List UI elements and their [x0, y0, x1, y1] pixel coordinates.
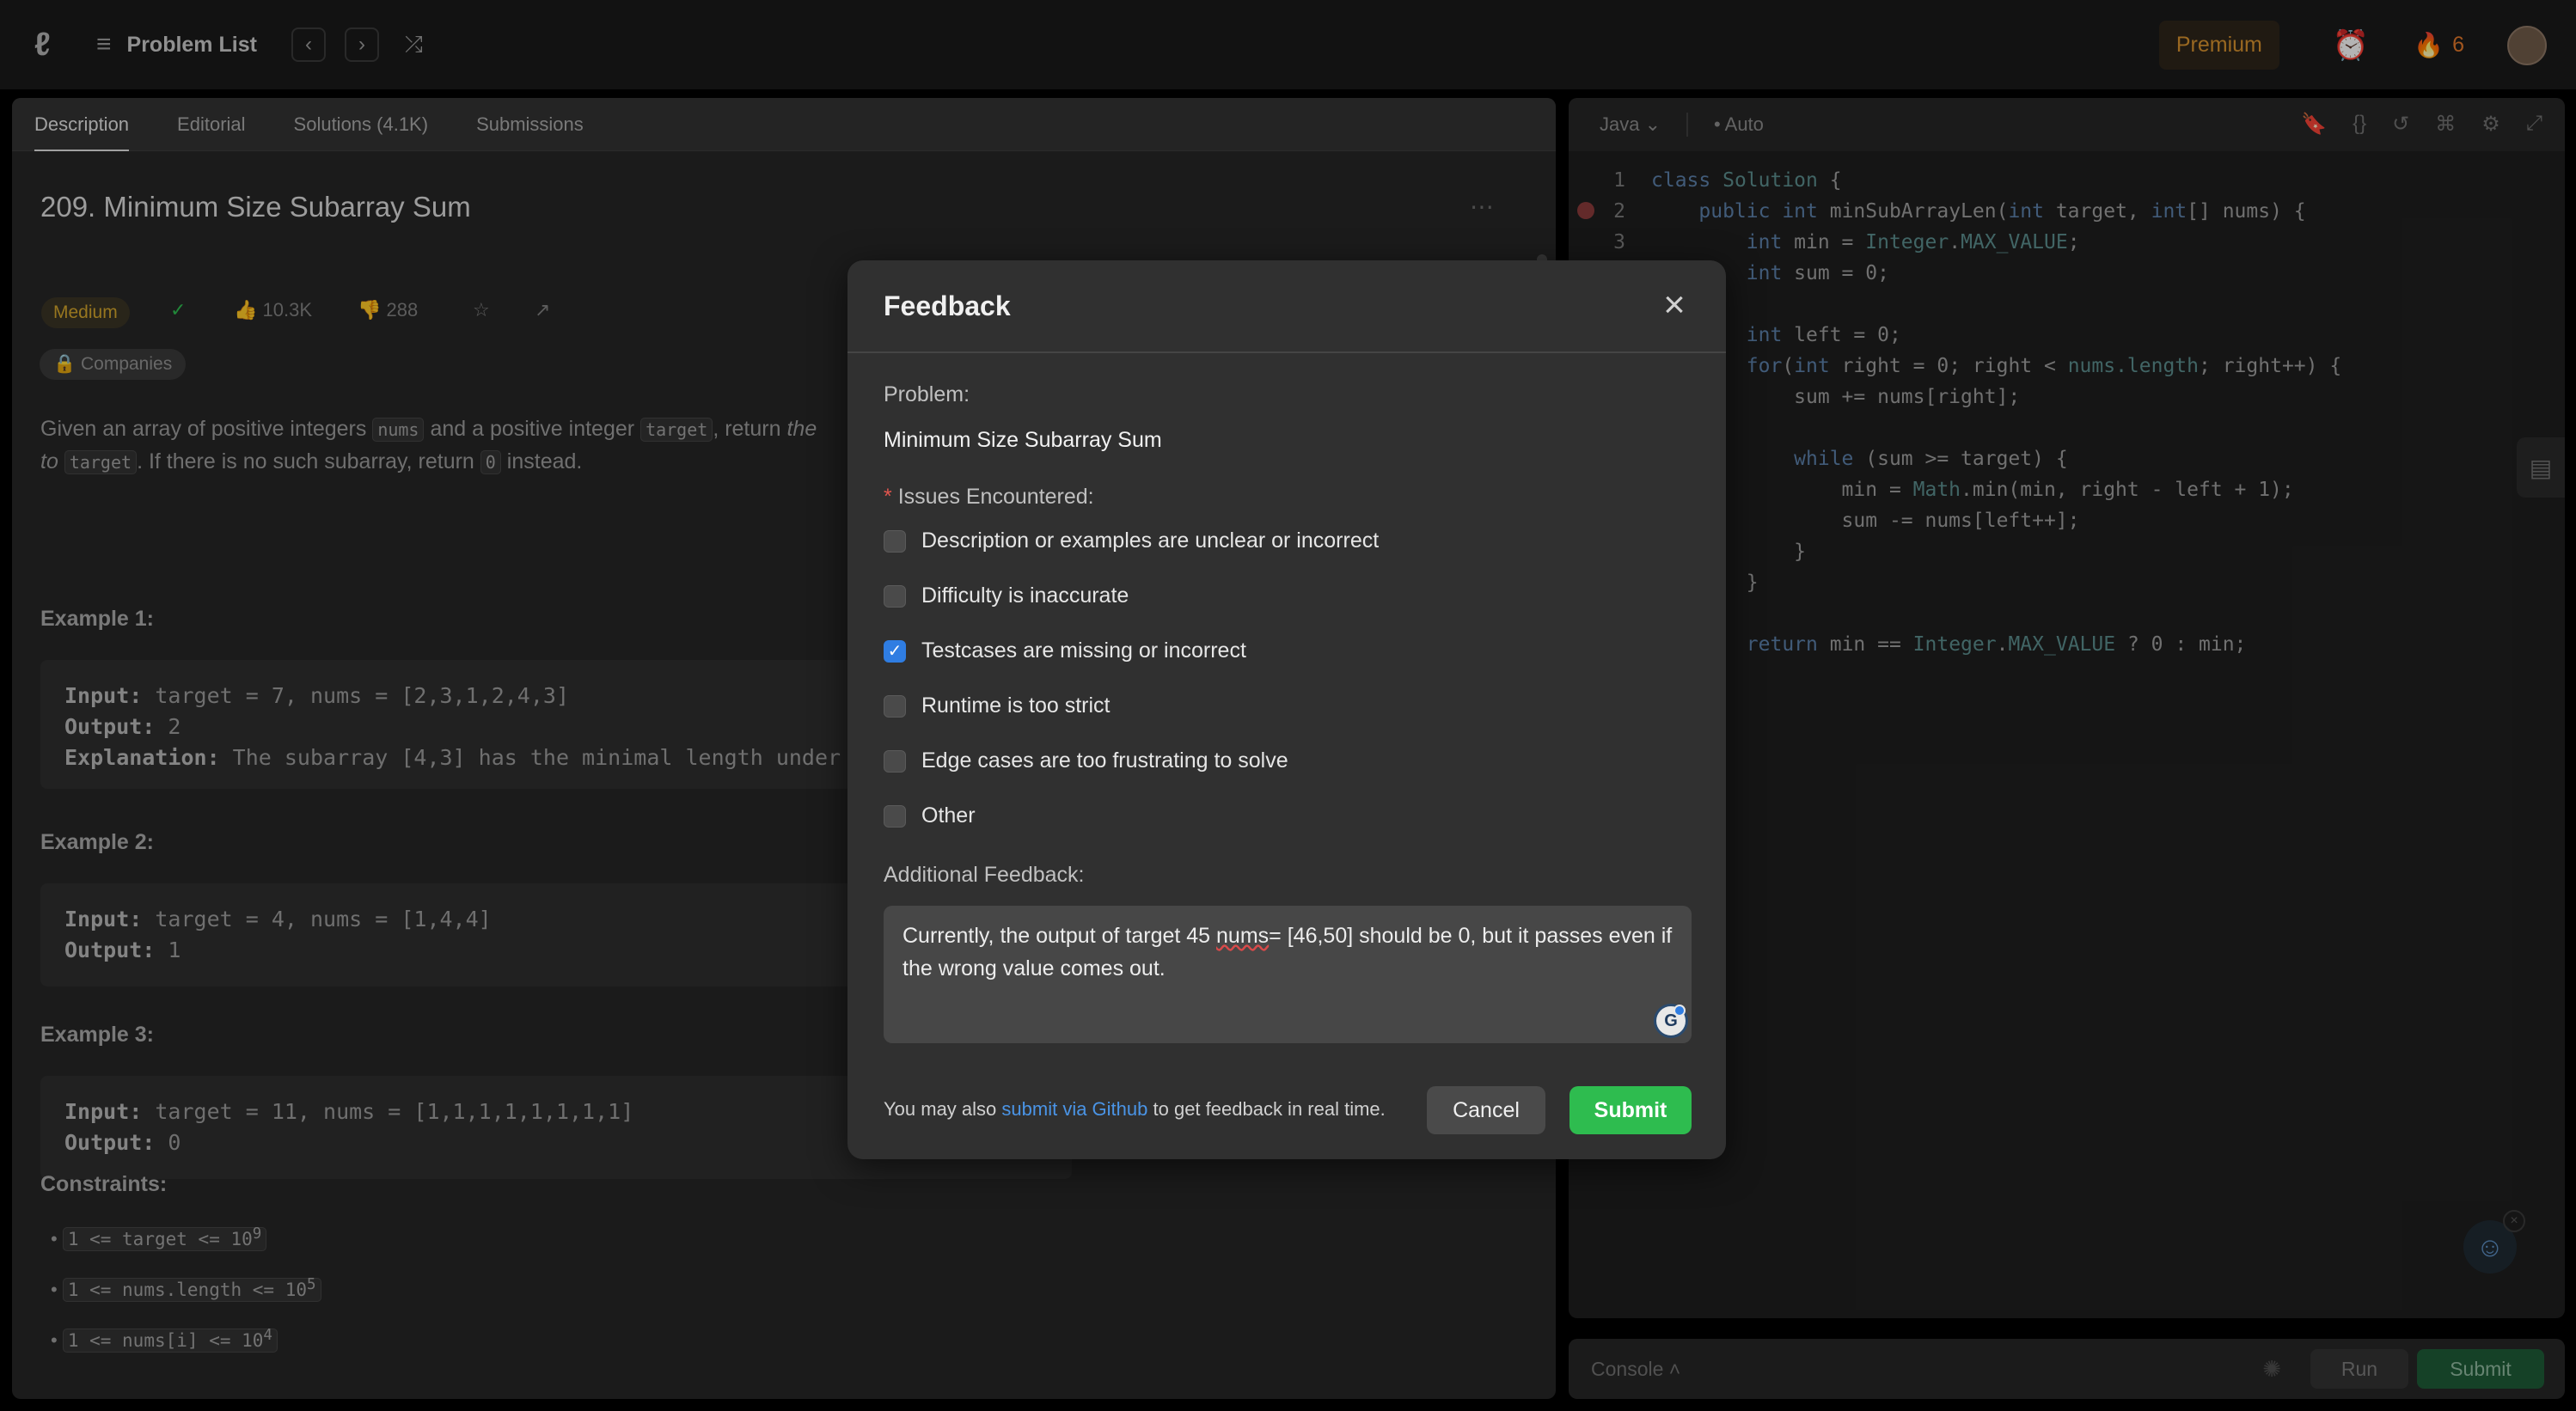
cancel-button[interactable]: Cancel: [1427, 1086, 1545, 1134]
checkbox[interactable]: [884, 749, 906, 773]
footer-text: You may also: [884, 1098, 997, 1120]
problem-label: Problem:: [884, 382, 970, 406]
issue-label: Testcases are missing or incorrect: [921, 638, 1246, 663]
issue-option[interactable]: Other: [884, 803, 976, 828]
checkbox[interactable]: [884, 584, 906, 608]
issue-option[interactable]: ✓ Testcases are missing or incorrect: [884, 638, 1246, 663]
problem-name: Minimum Size Subarray Sum: [884, 428, 1162, 452]
feedback-textarea[interactable]: Currently, the output of target 45 nums=…: [884, 906, 1692, 1043]
issue-label: Difficulty is inaccurate: [921, 583, 1129, 608]
modal-footer-text: You may also submit via Github to get fe…: [884, 1098, 1386, 1121]
github-link[interactable]: submit via Github: [1001, 1098, 1147, 1120]
additional-feedback-label: Additional Feedback:: [884, 863, 1085, 887]
checkbox[interactable]: [884, 529, 906, 553]
issue-label: Description or examples are unclear or i…: [921, 528, 1380, 553]
submit-button[interactable]: Submit: [1569, 1086, 1692, 1134]
issue-option[interactable]: Runtime is too strict: [884, 693, 1111, 718]
modal-title: Feedback: [884, 290, 1011, 321]
issues-label: * Issues Encountered:: [884, 485, 1094, 510]
checkbox[interactable]: ✓: [884, 639, 906, 663]
grammar-assistant-icon[interactable]: G: [1654, 1004, 1688, 1038]
issue-label: Runtime is too strict: [921, 693, 1111, 718]
close-icon[interactable]: ×: [1655, 286, 1693, 324]
modal-header: Feedback ×: [847, 260, 1726, 353]
issue-option[interactable]: Description or examples are unclear or i…: [884, 528, 1379, 553]
issue-label: Edge cases are too frustrating to solve: [921, 748, 1288, 773]
required-mark: *: [884, 485, 892, 509]
issue-option[interactable]: Difficulty is inaccurate: [884, 583, 1129, 608]
issue-label: Other: [921, 803, 976, 828]
footer-text: to get feedback in real time.: [1153, 1098, 1386, 1120]
feedback-text: Currently, the output of target 45: [903, 924, 1217, 948]
issues-label-text: Issues Encountered:: [897, 485, 1094, 509]
issue-option[interactable]: Edge cases are too frustrating to solve: [884, 748, 1288, 773]
checkbox[interactable]: [884, 804, 906, 828]
notification-dot: [1673, 1005, 1686, 1017]
checkbox[interactable]: [884, 694, 906, 718]
feedback-text: nums: [1216, 924, 1270, 948]
feedback-modal: Feedback × Problem: Minimum Size Subarra…: [847, 260, 1726, 1159]
